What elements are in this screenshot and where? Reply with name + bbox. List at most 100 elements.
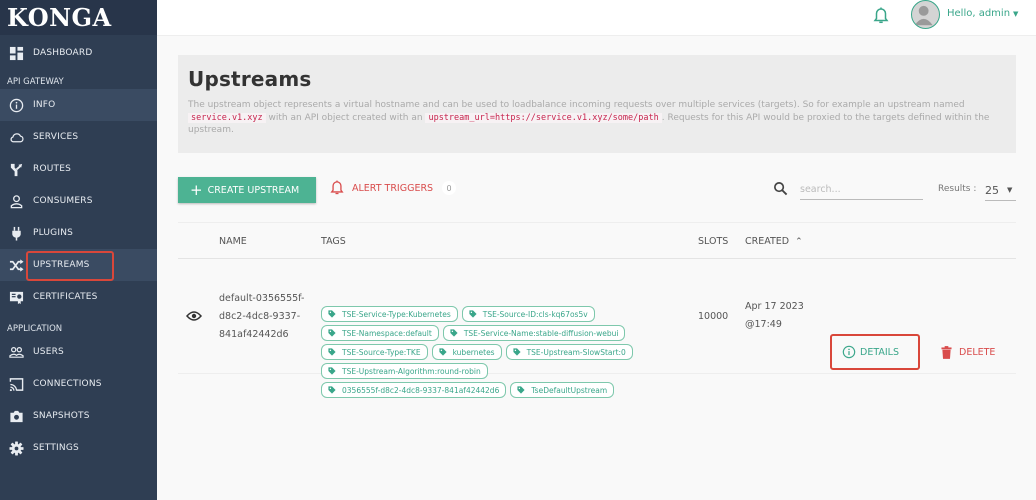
- results-label: Results :: [938, 184, 977, 194]
- tag-label: TSE-Service-Name:stable-diffusion-webui: [463, 328, 619, 338]
- name-line: d8c2-4dc8-9337-: [219, 311, 301, 322]
- tag-label: 0356555f-d8c2-4dc8-9337-841af42442d6: [342, 385, 500, 395]
- sidebar-item-label: USERS: [33, 347, 64, 357]
- tag-icon: [469, 310, 477, 318]
- search-input[interactable]: [800, 180, 923, 200]
- sidebar-item-label: INFO: [33, 100, 56, 110]
- sidebar-item-label: PLUGINS: [33, 228, 74, 238]
- tag-row: TSE-Upstream-Algorithm:round-robin: [321, 363, 651, 379]
- tag-label: TSE-Source-ID:cls-kq67os5v: [482, 309, 588, 319]
- sidebar-item-upstreams[interactable]: UPSTREAMS: [0, 249, 157, 281]
- sidebar-item-plugins[interactable]: PLUGINS: [0, 217, 157, 249]
- user-menu[interactable]: Hello, admin ▼: [947, 8, 1018, 19]
- description-text: with an API object created with an: [268, 112, 423, 123]
- upstream-name[interactable]: default-0356555f- d8c2-4dc8-9337- 841af4…: [219, 290, 304, 344]
- tag-row: TSE-Namespace:default TSE-Service-Name:st…: [321, 325, 651, 341]
- sidebar-item-label: CONNECTIONS: [33, 379, 102, 389]
- sidebar-item-label: SERVICES: [33, 132, 79, 142]
- search-icon: [774, 182, 788, 196]
- tag-label: TSE-Namespace:default: [342, 328, 432, 338]
- tag-chip[interactable]: kubernetes: [431, 344, 502, 360]
- column-header-name[interactable]: NAME: [219, 236, 247, 247]
- sidebar-item-settings[interactable]: SETTINGS: [0, 432, 157, 464]
- sidebar-item-snapshots[interactable]: SNAPSHOTS: [0, 400, 157, 432]
- sidebar-item-dashboard[interactable]: DASHBOARD: [0, 37, 157, 69]
- create-upstream-button[interactable]: + CREATE UPSTREAM: [178, 177, 316, 203]
- tag-chip[interactable]: TseDefaultUpstream: [510, 382, 615, 398]
- name-line: default-0356555f-: [219, 293, 305, 304]
- name-line: 841af42442d6: [219, 329, 289, 340]
- alert-triggers-button[interactable]: ALERT TRIGGERS 0: [330, 180, 457, 196]
- tag-row: 0356555f-d8c2-4dc8-9337-841af42442d6 TseD…: [321, 382, 651, 398]
- info-icon: [8, 97, 24, 113]
- button-label: ALERT TRIGGERS: [352, 182, 434, 194]
- tag-label: TseDefaultUpstream: [531, 385, 608, 395]
- details-button[interactable]: DETAILS: [830, 334, 920, 370]
- sidebar-item-label: SETTINGS: [33, 443, 79, 453]
- tag-chip[interactable]: TSE-Upstream-Algorithm:round-robin: [321, 363, 488, 379]
- greeting-text: Hello, admin: [947, 8, 1011, 19]
- bell-icon: [330, 180, 344, 195]
- avatar[interactable]: [911, 0, 940, 29]
- results-per-page-select[interactable]: 25 ▼: [985, 180, 1016, 201]
- tag-chip[interactable]: TSE-Upstream-SlowStart:0: [505, 344, 633, 360]
- sidebar-item-label: SNAPSHOTS: [33, 411, 90, 421]
- sidebar: KONGA DASHBOARD API GATEWAY INFO SERVICE…: [0, 0, 157, 500]
- button-label: CREATE UPSTREAM: [207, 184, 300, 196]
- trash-icon: [941, 346, 952, 359]
- camera-icon: [8, 408, 24, 424]
- tag-label: TSE-Source-Type:TKE: [342, 347, 421, 357]
- sidebar-item-label: DASHBOARD: [33, 48, 93, 58]
- table-row: default-0356555f- d8c2-4dc8-9337- 841af4…: [178, 259, 1016, 398]
- page-description: The upstream object represents a virtual…: [188, 99, 1006, 137]
- users-icon: [8, 344, 24, 360]
- sidebar-item-services[interactable]: SERVICES: [0, 121, 157, 153]
- tag-chip[interactable]: TSE-Service-Type:Kubernetes: [321, 306, 458, 322]
- sidebar-item-consumers[interactable]: CONSUMERS: [0, 185, 157, 217]
- sidebar-item-connections[interactable]: CONNECTIONS: [0, 368, 157, 400]
- column-header-label: CREATED: [745, 236, 790, 247]
- code-snippet: service.v1.xyz: [188, 112, 266, 123]
- cloud-icon: [8, 129, 24, 145]
- tag-icon: [328, 386, 336, 394]
- button-label: DETAILS: [860, 346, 900, 358]
- created-time: @17:49: [745, 319, 782, 330]
- button-label: DELETE: [959, 347, 996, 358]
- tag-label: TSE-Service-Type:Kubernetes: [342, 309, 451, 319]
- tag-icon: [328, 348, 336, 356]
- cast-icon: [8, 376, 24, 392]
- column-header-tags[interactable]: TAGS: [321, 236, 346, 247]
- tag-icon: [512, 348, 521, 356]
- code-snippet: upstream_url=https://service.v1.xyz/some…: [425, 112, 662, 123]
- tag-chip[interactable]: TSE-Service-Name:stable-diffusion-webui: [442, 325, 626, 341]
- tag-icon: [328, 367, 336, 375]
- column-header-created[interactable]: CREATED ⌃: [745, 236, 803, 247]
- tag-chip[interactable]: 0356555f-d8c2-4dc8-9337-841af42442d6: [321, 382, 507, 398]
- notification-bell-icon[interactable]: [873, 7, 889, 25]
- plug-icon: [8, 225, 24, 241]
- created-value: Apr 17 2023 @17:49: [745, 298, 804, 334]
- tag-chip[interactable]: TSE-Source-ID:cls-kq67os5v: [461, 306, 595, 322]
- tag-chip[interactable]: TSE-Source-Type:TKE: [321, 344, 428, 360]
- konga-logo[interactable]: KONGA: [7, 3, 112, 32]
- sidebar-item-routes[interactable]: ROUTES: [0, 153, 157, 185]
- dashboard-icon: [8, 45, 24, 61]
- alert-count-badge: 0: [442, 181, 457, 195]
- info-icon: [842, 345, 856, 359]
- sidebar-item-certificates[interactable]: CERTIFICATES: [0, 281, 157, 313]
- caret-down-icon: ▼: [1007, 186, 1013, 194]
- gear-icon: [8, 440, 24, 456]
- sidebar-item-users[interactable]: USERS: [0, 336, 157, 368]
- delete-button[interactable]: DELETE: [941, 346, 995, 359]
- sidebar-item-label: CONSUMERS: [33, 196, 93, 206]
- eye-icon[interactable]: [186, 310, 202, 322]
- results-value: 25: [985, 183, 999, 197]
- tag-chip[interactable]: TSE-Namespace:default: [321, 325, 439, 341]
- topbar: Hello, admin ▼: [157, 0, 1036, 36]
- certificate-icon: [8, 289, 24, 305]
- tag-icon: [328, 329, 336, 337]
- sidebar-item-info[interactable]: INFO: [0, 89, 157, 121]
- tag-row: TSE-Service-Type:Kubernetes TSE-Source-ID…: [321, 306, 651, 322]
- column-header-slots[interactable]: SLOTS: [698, 236, 728, 247]
- tag-icon: [328, 310, 336, 318]
